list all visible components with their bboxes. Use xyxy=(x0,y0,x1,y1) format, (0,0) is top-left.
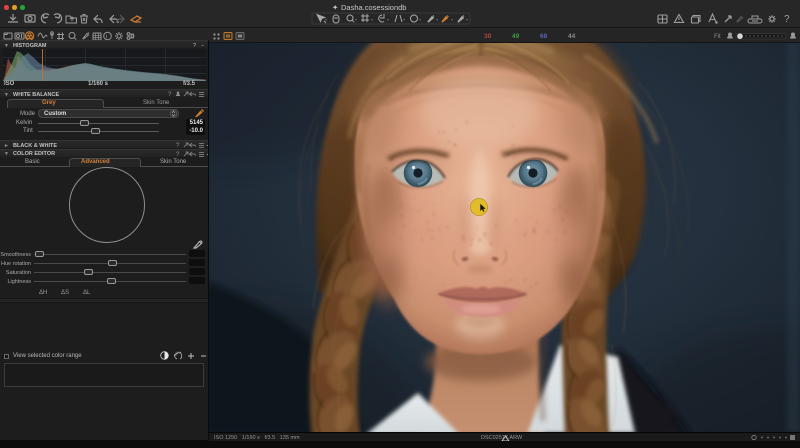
svg-text:▾: ▾ xyxy=(355,17,357,22)
svg-text:68: 68 xyxy=(540,33,548,40)
svg-text:▾: ▾ xyxy=(436,17,438,22)
svg-text:Fit: Fit xyxy=(714,34,721,40)
svg-text:?: ? xyxy=(784,14,790,25)
svg-text:▾: ▾ xyxy=(371,17,373,22)
svg-text:?: ? xyxy=(168,92,172,97)
svg-text:?: ? xyxy=(176,152,180,157)
svg-text:?: ? xyxy=(176,143,180,148)
svg-text:▾: ▾ xyxy=(325,17,327,22)
svg-text:▾: ▾ xyxy=(419,17,421,22)
svg-text:▾: ▾ xyxy=(387,17,389,22)
svg-text:✦: ✦ xyxy=(332,3,339,12)
svg-text:49: 49 xyxy=(512,33,520,40)
svg-text:▾: ▾ xyxy=(403,17,405,22)
svg-text:44: 44 xyxy=(568,33,576,40)
svg-text:▾: ▾ xyxy=(451,17,453,22)
svg-text:Dasha.cosessiondb: Dasha.cosessiondb xyxy=(341,3,406,12)
svg-text:30: 30 xyxy=(484,33,492,40)
svg-text:▾: ▾ xyxy=(466,17,468,22)
